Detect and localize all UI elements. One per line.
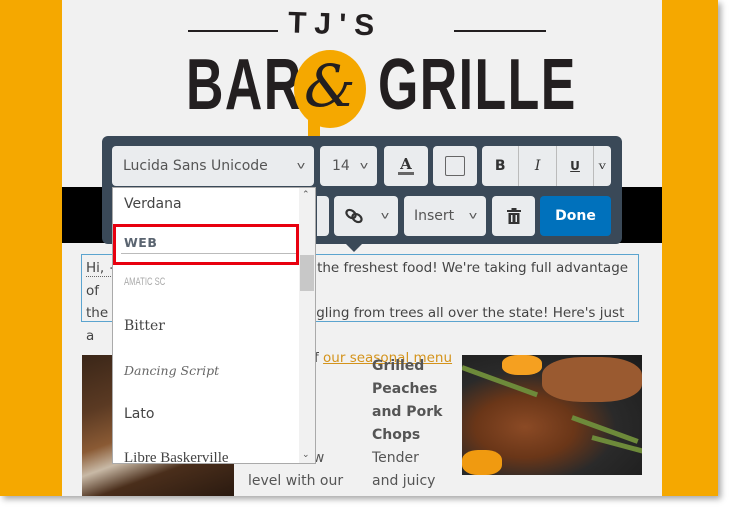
scroll-down-icon[interactable]: ⌄	[302, 450, 310, 460]
more-format-chevron-icon[interactable]: v	[592, 146, 614, 186]
dropdown-scrollbar[interactable]: ⌃ ⌄	[299, 188, 315, 463]
link-icon	[345, 208, 363, 224]
link-button[interactable]: v	[334, 196, 398, 236]
col3-title-line: Grilled	[372, 358, 425, 374]
font-family-value: Lucida Sans Unicode	[123, 158, 268, 174]
font-option-dancing-script[interactable]: Dancing Script	[124, 363, 219, 378]
trash-icon	[506, 208, 521, 224]
logo-tjs: TJ'S	[287, 6, 383, 43]
col3-title-line: Peaches	[372, 381, 438, 397]
bold-button[interactable]: B	[482, 146, 520, 186]
italic-button[interactable]: I	[519, 146, 557, 186]
text-color-button[interactable]: A	[384, 146, 428, 186]
col3-title-line: and Pork	[372, 404, 443, 420]
delete-button[interactable]	[492, 196, 535, 236]
photo-shape	[502, 355, 542, 375]
photo-shape	[462, 450, 502, 475]
col3-title-line: Chops	[372, 427, 421, 443]
background-color-button[interactable]	[433, 146, 477, 186]
done-button[interactable]: Done	[540, 196, 611, 236]
format-button-group: B I U v	[482, 146, 611, 186]
col2-line: level with our	[248, 473, 344, 489]
chevron-down-icon: v	[468, 210, 478, 222]
font-option-bitter[interactable]: Bitter	[124, 318, 165, 334]
annotation-highlight-box	[113, 224, 299, 265]
font-option-amatic-sc[interactable]: AMATIC SC	[124, 276, 165, 288]
logo-rule-left	[188, 30, 278, 32]
col3-body-line: Tender	[372, 450, 419, 466]
text-color-icon: A	[398, 155, 414, 175]
pork-chops-photo	[462, 355, 642, 475]
chevron-down-icon: v	[296, 160, 306, 172]
photo-shape	[542, 357, 642, 402]
logo-rule-right	[454, 30, 546, 32]
chevron-down-icon: v	[359, 160, 369, 172]
font-option-lato[interactable]: Lato	[124, 406, 154, 422]
background-color-swatch-icon	[445, 156, 465, 176]
logo-grille: GRILLE	[378, 45, 577, 125]
font-option-libre-baskerville[interactable]: Libre Baskerville	[124, 450, 229, 463]
pork-chops-column: Grilled Peaches and Pork Chops Tender an…	[372, 355, 452, 493]
col3-body-line: and juicy	[372, 473, 436, 489]
hidden-toolbar-button[interactable]	[317, 196, 329, 236]
font-family-select[interactable]: Lucida Sans Unicode v	[112, 146, 314, 186]
scroll-up-icon[interactable]: ⌃	[302, 190, 310, 200]
insert-dropdown[interactable]: Insert v	[404, 196, 486, 236]
font-option-verdana[interactable]: Verdana	[124, 196, 182, 212]
underline-button[interactable]: U	[557, 146, 595, 186]
toolbar-pointer	[346, 244, 362, 252]
logo-bar: BAR	[186, 45, 303, 125]
font-size-value: 14	[332, 158, 350, 174]
insert-label: Insert	[414, 208, 455, 224]
logo-ampersand: &	[304, 52, 356, 120]
chevron-down-icon: v	[380, 210, 390, 222]
scrollbar-thumb[interactable]	[300, 255, 314, 291]
font-size-select[interactable]: 14 v	[320, 146, 377, 186]
